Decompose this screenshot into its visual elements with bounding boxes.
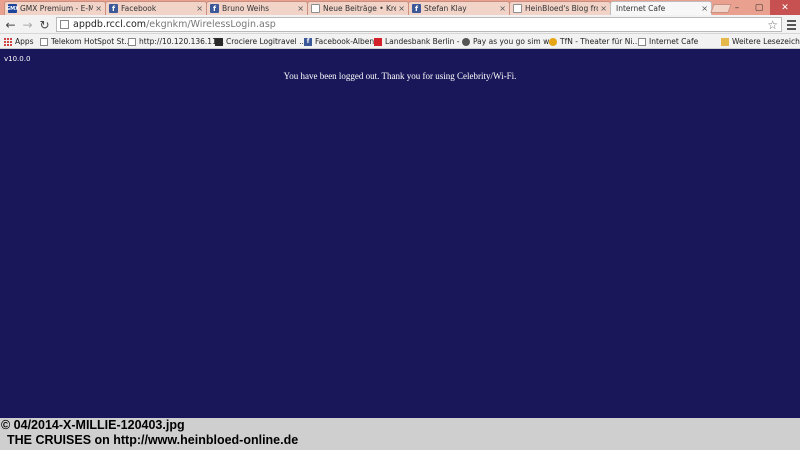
tfn-icon — [549, 37, 557, 46]
image-caption: © 04/2014-X-MILLIE-120403.jpg THE CRUISE… — [0, 418, 800, 450]
page-icon — [513, 4, 522, 13]
bookmark-other-bookmarks[interactable]: Weitere Lesezeichen — [721, 36, 800, 47]
close-icon[interactable]: × — [499, 4, 506, 13]
reload-icon[interactable]: ↻ — [37, 17, 52, 32]
bookmark-facebook-alben[interactable]: f Facebook-Alben — [304, 36, 374, 47]
page-content: v10.0.0 You have been logged out. Thank … — [0, 50, 800, 418]
close-window-button[interactable]: ✕ — [770, 0, 800, 15]
caption-line-1: © 04/2014-X-MILLIE-120403.jpg — [1, 418, 185, 432]
window-controls: – ▢ ✕ — [726, 0, 800, 15]
facebook-icon: f — [304, 37, 312, 46]
facebook-icon: f — [412, 4, 421, 13]
version-label: v10.0.0 — [4, 55, 31, 63]
logitravel-icon — [215, 37, 223, 46]
tab-stefan-klay[interactable]: f Stefan Klay × — [408, 1, 510, 15]
tab-bruno-weihs[interactable]: f Bruno Weihs × — [206, 1, 308, 15]
page-icon — [40, 37, 48, 46]
tab-strip: GMX GMX Premium - E-Ma × f Facebook × f … — [0, 0, 800, 15]
close-icon[interactable]: × — [398, 4, 405, 13]
bookmark-telekom[interactable]: Telekom HotSpot St... — [40, 36, 131, 47]
bookmark-logitravel[interactable]: Crociere Logitravel ... — [215, 36, 306, 47]
bookmarks-bar: Apps Telekom HotSpot St... http://10.120… — [0, 34, 800, 49]
bookmark-label: Apps — [15, 37, 34, 46]
close-icon[interactable]: × — [701, 4, 708, 13]
tab-internet-cafe[interactable]: Internet Cafe × — [610, 1, 712, 15]
page-icon — [638, 37, 646, 46]
address-host: appdb.rccl.com — [73, 19, 147, 30]
bookmark-landesbank[interactable]: Landesbank Berlin - ... — [374, 36, 469, 47]
bookmark-label: Weitere Lesezeichen — [732, 37, 800, 46]
close-icon[interactable]: × — [95, 4, 102, 13]
tab-title: GMX Premium - E-Ma — [20, 4, 94, 13]
bookmark-tfn-theater[interactable]: TfN - Theater für Ni... — [549, 36, 640, 47]
browser-toolbar: ← → ↻ appdb.rccl.com/ekgnkm/WirelessLogi… — [0, 15, 800, 34]
page-icon — [128, 37, 136, 46]
tab-title: Neue Beiträge • Kreuzf — [323, 4, 396, 13]
gmx-icon: GMX — [6, 4, 19, 13]
bookmark-label: TfN - Theater für Ni... — [560, 37, 640, 46]
bookmark-internet-cafe[interactable]: Internet Cafe — [638, 36, 698, 47]
apps-icon — [4, 37, 12, 46]
bookmark-label: Pay as you go sim w... — [473, 37, 556, 46]
menu-icon[interactable] — [784, 17, 798, 32]
facebook-icon: f — [210, 4, 219, 13]
page-icon — [60, 20, 69, 29]
bookmark-label: Crociere Logitravel ... — [226, 37, 307, 46]
bookmark-label: Landesbank Berlin - ... — [385, 37, 470, 46]
minimize-button[interactable]: – — [726, 0, 748, 15]
tab-gmx[interactable]: GMX GMX Premium - E-Ma × — [4, 1, 106, 15]
tab-neue-beitraege[interactable]: Neue Beiträge • Kreuzf × — [307, 1, 409, 15]
logout-message: You have been logged out. Thank you for … — [283, 71, 517, 81]
address-path: /ekgnkm/WirelessLogin.asp — [146, 19, 276, 30]
tab-title: Facebook — [121, 4, 157, 13]
forward-icon[interactable]: → — [20, 17, 35, 32]
globe-icon — [462, 37, 470, 46]
tab-facebook[interactable]: f Facebook × — [105, 1, 207, 15]
landesbank-icon — [374, 37, 382, 46]
tab-title: Internet Cafe — [616, 4, 666, 13]
page-icon — [311, 4, 320, 13]
bookmark-ip-address[interactable]: http://10.120.136.11... — [128, 36, 224, 47]
tab-title: Bruno Weihs — [222, 4, 270, 13]
close-icon[interactable]: × — [196, 4, 203, 13]
address-bar[interactable]: appdb.rccl.com/ekgnkm/WirelessLogin.asp … — [56, 17, 782, 32]
close-icon[interactable]: × — [600, 4, 607, 13]
back-icon[interactable]: ← — [3, 17, 18, 32]
tab-title: HeinBloed's Blog from — [525, 4, 598, 13]
folder-icon — [721, 37, 729, 46]
maximize-button[interactable]: ▢ — [748, 0, 770, 15]
tab-heinbloed-blog[interactable]: HeinBloed's Blog from × — [509, 1, 611, 15]
caption-line-2: THE CRUISES on http://www.heinbloed-onli… — [7, 433, 299, 447]
tab-title: Stefan Klay — [424, 4, 467, 13]
bookmark-star-icon[interactable]: ☆ — [767, 18, 778, 32]
bookmark-label: Facebook-Alben — [315, 37, 375, 46]
bookmark-label: Telekom HotSpot St... — [51, 37, 132, 46]
bookmark-pay-as-you-go[interactable]: Pay as you go sim w... — [462, 36, 556, 47]
facebook-icon: f — [109, 4, 118, 13]
bookmark-label: Internet Cafe — [649, 37, 699, 46]
close-icon[interactable]: × — [297, 4, 304, 13]
bookmark-apps[interactable]: Apps — [4, 36, 34, 47]
bookmark-label: http://10.120.136.11... — [139, 37, 224, 46]
address-url[interactable]: appdb.rccl.com/ekgnkm/WirelessLogin.asp — [73, 19, 276, 30]
